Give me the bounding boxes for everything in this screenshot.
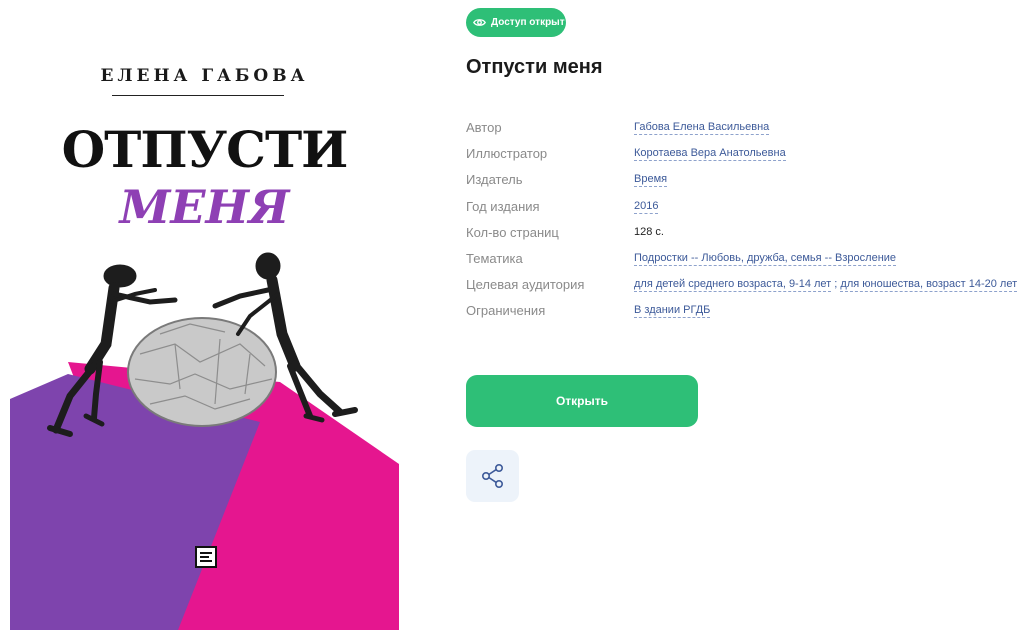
meta-row-restrictions: Ограничения В здании РГДБ xyxy=(466,303,1024,329)
meta-label: Тематика xyxy=(466,250,523,266)
author-link[interactable]: Габова Елена Васильевна xyxy=(634,121,770,135)
year-link[interactable]: 2016 xyxy=(634,199,659,214)
book-title: Отпусти меня xyxy=(466,56,603,78)
meta-row-subject: Тематика Подростки -- Любовь, дружба, се… xyxy=(466,251,1024,277)
access-badge: Доступ открыт xyxy=(466,8,566,37)
book-metadata: Автор Габова Елена Васильевна Иллюстрато… xyxy=(466,120,1024,330)
meta-row-publisher: Издатель Время xyxy=(466,172,1024,198)
access-badge-label: Доступ открыт xyxy=(491,17,565,28)
meta-row-year: Год издания 2016 xyxy=(466,199,1024,225)
cover-divider xyxy=(112,95,284,96)
meta-label: Иллюстратор xyxy=(466,146,548,162)
cover-title-line2: МЕНЯ xyxy=(119,180,290,234)
pages-value: 128 с. xyxy=(634,225,664,238)
meta-label: Год издания xyxy=(466,198,540,214)
meta-label: Целевая аудитория xyxy=(466,277,585,293)
meta-label: Издатель xyxy=(466,172,523,188)
audience-link-children[interactable]: для детей среднего возраста, 9-14 лет xyxy=(634,278,832,293)
meta-row-pages: Кол-во страниц 128 с. xyxy=(466,225,1024,251)
share-icon xyxy=(481,463,503,488)
share-button[interactable] xyxy=(466,450,519,502)
meta-label: Ограничения xyxy=(466,303,546,319)
audience-link-youth[interactable]: для юношества, возраст 14-20 лет xyxy=(840,278,1018,293)
restrictions-link[interactable]: В здании РГДБ xyxy=(634,304,711,319)
subject-link[interactable]: Подростки -- Любовь, дружба, семья -- Вз… xyxy=(634,251,897,266)
publisher-link[interactable]: Время xyxy=(634,173,668,188)
open-button[interactable]: Открыть xyxy=(466,375,698,427)
cover-title-line1: ОТПУСТИ xyxy=(61,120,349,179)
meta-row-illustrator: Иллюстратор Коротаева Вера Анатольевна xyxy=(466,146,1024,172)
illustrator-link[interactable]: Коротаева Вера Анатольевна xyxy=(634,147,786,162)
book-cover: ЕЛЕНА ГАБОВА ОТПУСТИ МЕНЯ xyxy=(10,44,399,630)
cover-author: ЕЛЕНА ГАБОВА xyxy=(100,66,309,86)
meta-label: Кол-во страниц xyxy=(466,224,559,240)
eye-icon xyxy=(473,19,486,26)
meta-label: Автор xyxy=(466,120,502,135)
meta-row-author: Автор Габова Елена Васильевна xyxy=(466,120,1024,146)
meta-row-audience: Целевая аудитория для детей среднего воз… xyxy=(466,277,1024,303)
